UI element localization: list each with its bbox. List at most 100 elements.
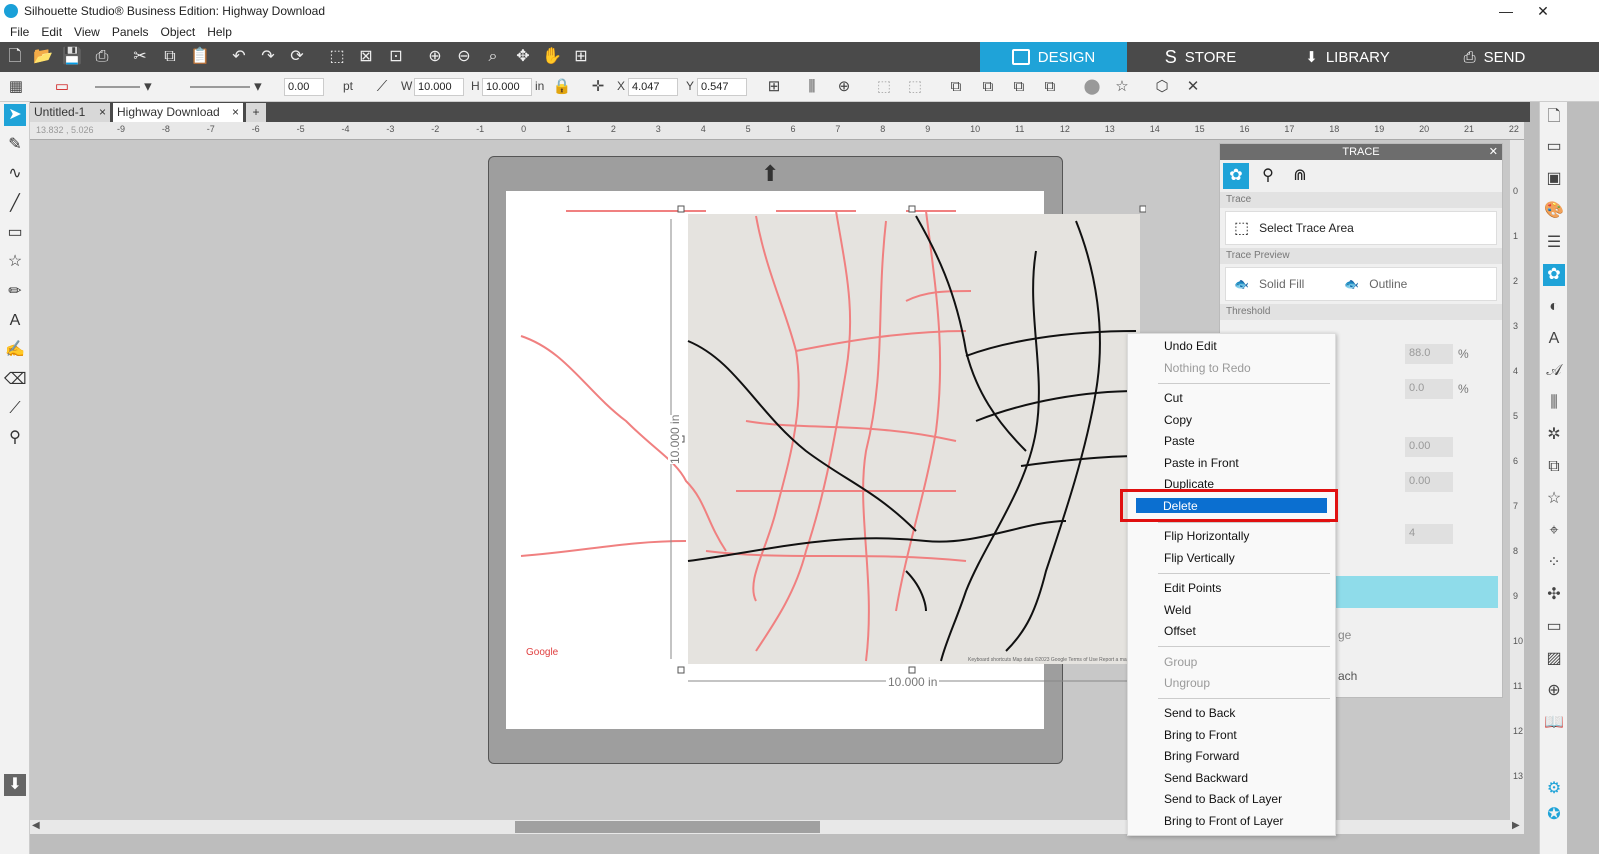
select-all-icon[interactable]: ⬚ <box>326 46 348 68</box>
paste-icon[interactable]: 📋 <box>189 46 211 68</box>
tab-store[interactable]: S STORE <box>1127 42 1274 72</box>
transparency-icon[interactable]: ◐ <box>1543 296 1565 318</box>
align-icon[interactable]: ⫼ <box>802 77 822 97</box>
knife-icon[interactable]: ⟋ <box>4 398 26 420</box>
pencil-icon[interactable]: ✏ <box>4 281 26 303</box>
new-file-icon[interactable]: 🗋 <box>4 46 26 68</box>
offset-star-icon[interactable]: ☆ <box>1543 488 1565 510</box>
add-tab-button[interactable]: + <box>246 103 266 122</box>
zoom-in-icon[interactable]: ⊕ <box>424 46 446 68</box>
cut-icon[interactable]: ✂ <box>129 46 151 68</box>
menu-view[interactable]: View <box>74 25 100 39</box>
line-tool-icon[interactable]: ⟋ <box>372 77 392 97</box>
tab-untitled-1[interactable]: Untitled-1 × <box>30 103 110 122</box>
selection-handle[interactable] <box>1139 205 1146 213</box>
selection-handle[interactable] <box>908 666 916 674</box>
lock-aspect-icon[interactable]: 🔒 <box>552 77 572 97</box>
modify-icon[interactable]: ⧉ <box>1543 456 1565 478</box>
position-icon[interactable]: ✛ <box>588 77 608 97</box>
zoom-fit-icon[interactable]: ⌕ <box>482 46 504 68</box>
menu-edit[interactable]: Edit <box>41 25 62 39</box>
scrollbar-thumb[interactable] <box>515 821 820 833</box>
curve-tool-icon[interactable]: ∿ <box>4 163 26 185</box>
polygon-star-icon[interactable]: ☆ <box>4 251 26 273</box>
close-panel-icon[interactable]: ✕ <box>1489 144 1498 160</box>
layers-icon[interactable]: ⊕ <box>1543 680 1565 702</box>
outline-option[interactable]: Outline <box>1369 277 1407 291</box>
eraser-icon[interactable]: ⌫ <box>4 369 27 391</box>
trace-icon[interactable]: ✿ <box>1223 163 1249 189</box>
tab-library[interactable]: ⬇ LIBRARY <box>1274 42 1421 72</box>
library-download-icon[interactable]: ⬇ <box>4 774 26 796</box>
page-setup-icon[interactable]: 🗋 <box>1543 106 1565 128</box>
close-tab-icon[interactable]: × <box>232 103 239 122</box>
weld-icon[interactable]: ⬤ <box>1082 77 1102 97</box>
settings-gear-icon[interactable]: ⚙ <box>1543 778 1565 800</box>
menu-item-bring-to-front[interactable]: Bring to Front <box>1164 728 1237 742</box>
menu-item-undo-edit[interactable]: Undo Edit <box>1164 339 1217 353</box>
menu-file[interactable]: File <box>10 25 29 39</box>
fit-page-icon[interactable]: ⊞ <box>570 46 592 68</box>
point-edit-icon[interactable]: ✎ <box>4 134 26 156</box>
knife-tool-icon[interactable]: ▭ <box>1543 616 1565 638</box>
menu-item-paste-in-front[interactable]: Paste in Front <box>1164 456 1239 470</box>
close-window-button[interactable]: ✕ <box>1520 0 1566 22</box>
menu-item-ungroup[interactable]: Ungroup <box>1164 676 1210 690</box>
arrange-back-icon[interactable]: ⧉ <box>946 77 966 97</box>
trace-edge-button-label[interactable]: ge <box>1338 628 1351 642</box>
low-pass-field[interactable]: 0.00 <box>1405 437 1453 457</box>
line-dash-dropdown[interactable]: ———— ▾ <box>190 77 270 97</box>
menu-item-offset[interactable]: Offset <box>1164 624 1196 638</box>
menu-item-send-to-back-of-layer[interactable]: Send to Back of Layer <box>1164 792 1282 806</box>
line-width-field[interactable]: 0.00 <box>284 78 324 96</box>
eyedropper-icon[interactable]: ⚲ <box>4 427 26 449</box>
arrange-forward-icon[interactable]: ⧉ <box>1009 77 1029 97</box>
ungroup-icon[interactable]: ⬚ <box>905 77 925 97</box>
line-style-icon[interactable]: ☰ <box>1543 232 1565 254</box>
menu-item-paste[interactable]: Paste <box>1164 434 1195 448</box>
select-arrow-icon[interactable]: ➤ <box>4 104 26 126</box>
rhinestone-icon[interactable]: ⁘ <box>1543 552 1565 574</box>
fill-color-icon[interactable]: 🎨 <box>1543 200 1565 222</box>
select-trace-area-button[interactable]: ⬚ Select Trace Area <box>1225 211 1497 245</box>
undo-icon[interactable]: ↶ <box>228 46 250 68</box>
save-icon[interactable]: 💾 <box>61 46 83 68</box>
menu-item-flip-horizontally[interactable]: Flip Horizontally <box>1164 529 1249 543</box>
text-to-path-icon[interactable]: 𝒜 <box>1543 360 1565 382</box>
library-book-icon[interactable]: 📖 <box>1543 712 1565 734</box>
print-icon[interactable]: ⎙ <box>91 46 113 68</box>
x-position-field[interactable]: 4.047 <box>628 78 678 96</box>
send-panel-icon[interactable]: ▭ <box>1543 136 1565 158</box>
selection-handle[interactable] <box>677 666 685 674</box>
redo-icon[interactable]: ↷ <box>257 46 279 68</box>
text-tool-icon[interactable]: A <box>4 310 26 332</box>
open-folder-icon[interactable]: 📂 <box>32 46 54 68</box>
eyedropper-icon[interactable]: ⚲ <box>1255 163 1281 189</box>
grid-snap-icon[interactable]: ⊞ <box>764 77 784 97</box>
pixscan-icon[interactable]: ▣ <box>1543 168 1565 190</box>
threshold-field[interactable]: 88.0 <box>1405 344 1453 364</box>
sketch-icon[interactable]: ✍ <box>4 339 26 361</box>
menu-item-send-backward[interactable]: Send Backward <box>1164 771 1248 785</box>
pan-hand-icon[interactable]: ✋ <box>541 46 563 68</box>
arrange-front-icon[interactable]: ⧉ <box>978 77 998 97</box>
tab-send[interactable]: ⎙ SEND <box>1421 42 1568 72</box>
text-style-icon[interactable]: A <box>1543 328 1565 350</box>
close-tab-icon[interactable]: × <box>99 103 106 122</box>
trace-panel-icon[interactable]: ✿ <box>1543 264 1565 286</box>
menu-item-send-to-back[interactable]: Send to Back <box>1164 706 1235 720</box>
arrange-backward-icon[interactable]: ⧉ <box>1040 77 1060 97</box>
transform-icon[interactable]: ⌖ <box>1543 520 1565 542</box>
select-by-color-icon[interactable]: ⊡ <box>385 46 407 68</box>
menu-item-copy[interactable]: Copy <box>1164 413 1192 427</box>
high-pass-field[interactable]: 0.0 <box>1405 379 1453 399</box>
tab-design[interactable]: DESIGN <box>980 42 1127 72</box>
zoom-out-icon[interactable]: ⊖ <box>453 46 475 68</box>
delete-x-icon[interactable]: ✕ <box>1183 77 1203 97</box>
line-color-icon[interactable]: ▭ <box>52 77 72 97</box>
tab-highway-download[interactable]: Highway Download × <box>113 103 243 122</box>
scroll-right-icon[interactable]: ▶ <box>1512 820 1520 831</box>
y-position-field[interactable]: 0.547 <box>697 78 747 96</box>
menu-item-bring-forward[interactable]: Bring Forward <box>1164 749 1239 763</box>
group-icon[interactable]: ⬚ <box>874 77 894 97</box>
